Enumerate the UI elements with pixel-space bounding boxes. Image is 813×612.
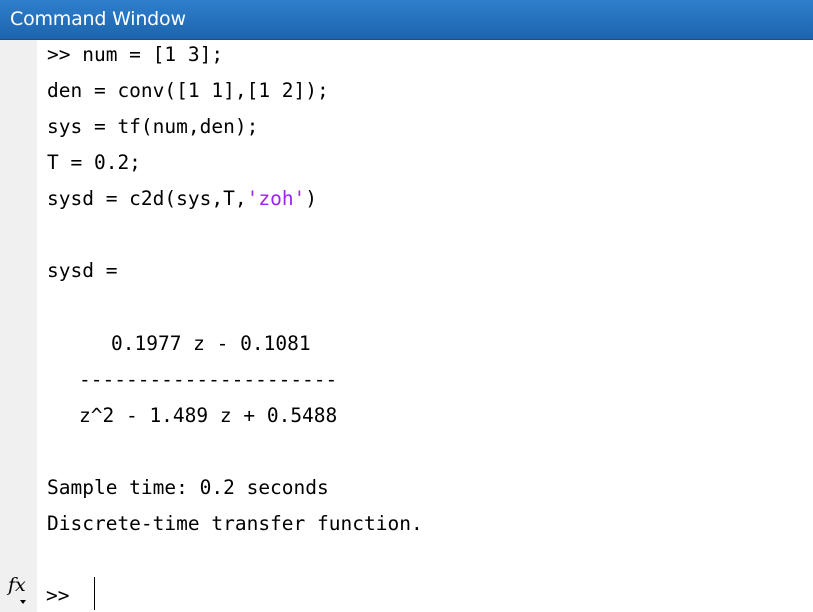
window-title: Command Window — [10, 8, 186, 30]
sample-time-text: Sample time: 0.2 seconds — [47, 476, 329, 499]
chevron-down-icon[interactable] — [20, 600, 26, 604]
output-variable-header: sysd = — [47, 259, 118, 282]
command-window: Command Window >> num = [1 3]; den = con… — [0, 0, 813, 612]
transfer-function-numerator: 0.1977 z - 0.1081 — [111, 332, 311, 355]
command-line-3: sys = tf(num,den); — [47, 115, 259, 138]
command-text: sysd = c2d(sys,T, — [47, 187, 247, 210]
command-line-5: sysd = c2d(sys,T,'zoh') — [47, 187, 317, 211]
command-line-2: den = conv([1 1],[1 2]); — [47, 79, 329, 102]
command-line-4: T = 0.2; — [47, 151, 141, 174]
left-gutter — [0, 40, 37, 612]
string-literal: 'zoh' — [246, 187, 306, 210]
function-browser-icon[interactable]: fx — [8, 574, 26, 596]
text-cursor[interactable] — [94, 577, 95, 610]
command-line-1: >> num = [1 3]; — [47, 43, 224, 66]
description-text: Discrete-time transfer function. — [47, 512, 423, 535]
title-bar[interactable]: Command Window — [0, 0, 813, 40]
command-text-end: ) — [305, 187, 318, 210]
transfer-function-fraction-bar: ---------------------- — [79, 368, 338, 391]
command-prompt: >> — [46, 584, 70, 607]
transfer-function-denominator: z^2 - 1.489 z + 0.5488 — [79, 404, 338, 427]
